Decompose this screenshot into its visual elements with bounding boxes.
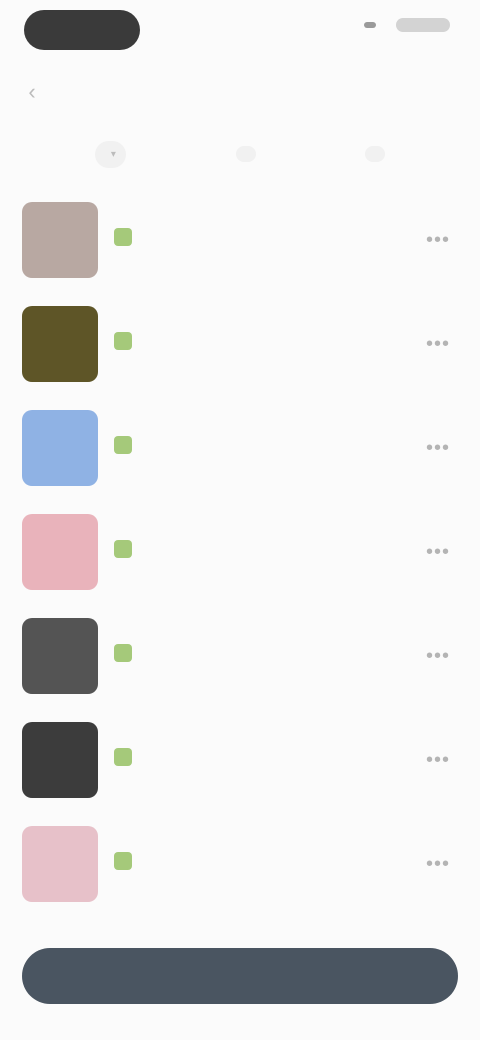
more-icon[interactable]: ••• [418, 638, 458, 674]
filter-3[interactable] [365, 146, 386, 162]
tag-icon [114, 228, 132, 246]
more-icon[interactable]: ••• [418, 326, 458, 362]
list-item[interactable]: ••• [0, 812, 480, 916]
tag-icon [114, 644, 132, 662]
tag-icon [114, 540, 132, 558]
item-thumbnail [22, 722, 98, 798]
more-icon[interactable]: ••• [418, 846, 458, 882]
item-thumbnail [22, 618, 98, 694]
item-list: ••• ••• ••• ••• ••• ••• ••• [0, 188, 480, 916]
tag-icon [114, 852, 132, 870]
filter-1[interactable]: ▾ [94, 140, 126, 168]
item-thumbnail [22, 306, 98, 382]
tag-icon [114, 748, 132, 766]
tag-icon [114, 332, 132, 350]
status-bar [0, 0, 480, 60]
item-thumbnail [22, 514, 98, 590]
more-icon[interactable]: ••• [418, 534, 458, 570]
chevron-down-icon: ▾ [110, 148, 116, 160]
list-item[interactable]: ••• [0, 188, 480, 292]
filter-2[interactable] [235, 146, 256, 162]
tag-icon [114, 436, 132, 454]
list-item[interactable]: ••• [0, 500, 480, 604]
back-icon[interactable]: ‹ [18, 78, 46, 106]
more-icon[interactable]: ••• [418, 742, 458, 778]
signal-icon [364, 22, 376, 28]
more-icon[interactable]: ••• [418, 222, 458, 258]
list-item[interactable]: ••• [0, 708, 480, 812]
primary-action-button[interactable] [22, 948, 458, 1004]
list-item[interactable]: ••• [0, 292, 480, 396]
item-thumbnail [22, 410, 98, 486]
filter-bar: ▾ [0, 132, 480, 176]
list-item[interactable]: ••• [0, 396, 480, 500]
item-thumbnail [22, 202, 98, 278]
battery-icon [396, 18, 450, 32]
list-item[interactable]: ••• [0, 604, 480, 708]
status-time [24, 10, 140, 50]
nav-bar: ‹ [0, 70, 480, 114]
item-thumbnail [22, 826, 98, 902]
status-indicators [364, 18, 450, 32]
more-icon[interactable]: ••• [418, 430, 458, 466]
